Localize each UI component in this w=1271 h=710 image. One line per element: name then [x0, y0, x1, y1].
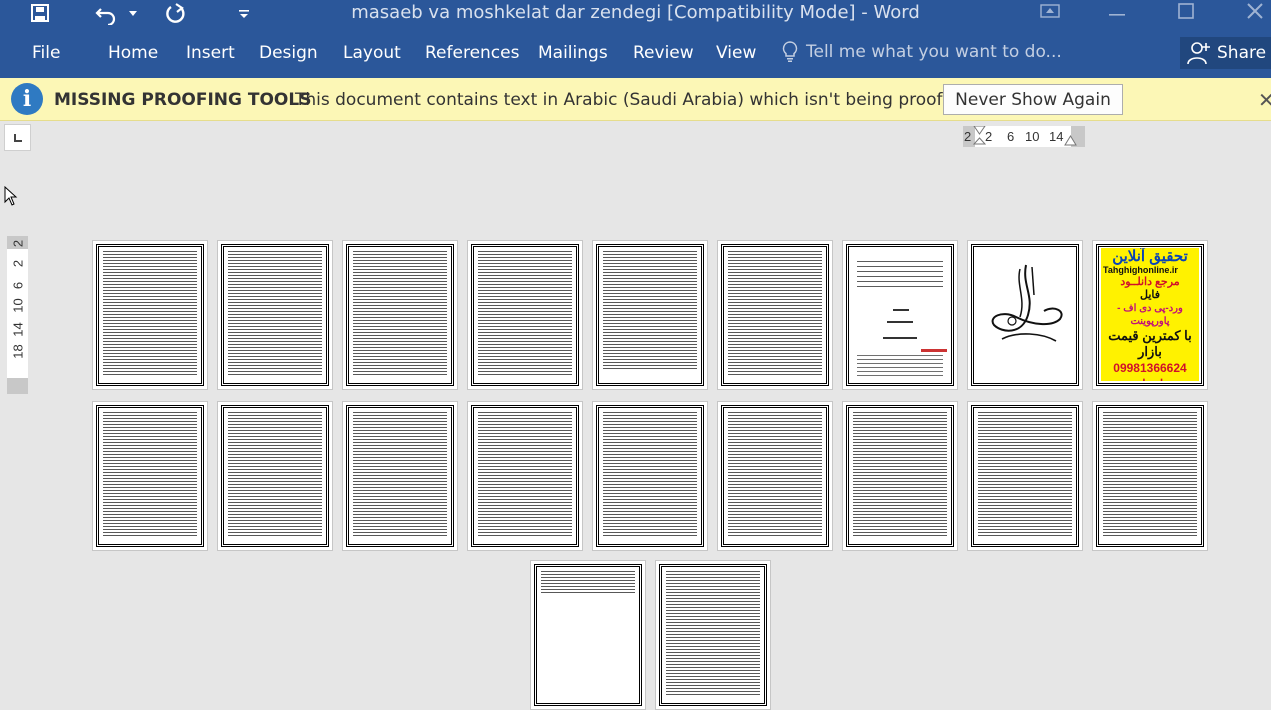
tab-references[interactable]: References [425, 43, 519, 63]
close-message-icon[interactable]: ✕ [1258, 88, 1271, 113]
page-thumbnail[interactable] [467, 240, 583, 390]
tab-review[interactable]: Review [633, 43, 694, 63]
ruler-label: 14 [10, 322, 26, 337]
page-thumbnail[interactable] [717, 401, 833, 551]
advert-line: ورد-پی دی اف - پاورپوینت [1117, 303, 1183, 327]
mouse-pointer-icon [4, 186, 18, 206]
page-thumbnail-calligraphy[interactable] [967, 240, 1083, 390]
page-thumbnail[interactable] [342, 401, 458, 551]
tab-home[interactable]: Home [108, 43, 158, 63]
minimize-icon[interactable] [1097, 0, 1137, 22]
ruler-label: 6 [10, 281, 26, 290]
vertical-ruler[interactable]: 2 2 6 10 14 18 [7, 236, 28, 394]
horizontal-ruler[interactable]: 2 2 6 10 14 [963, 126, 1085, 147]
calligraphy-emblem-icon [991, 264, 1063, 342]
never-show-again-button[interactable]: Never Show Again [943, 84, 1123, 115]
tab-design[interactable]: Design [259, 43, 318, 63]
title-lines [857, 261, 943, 291]
page-thumbnail[interactable] [592, 401, 708, 551]
ruler-label: 6 [1007, 129, 1015, 144]
advert-phone: 09981366624 واتساپ [1113, 361, 1187, 381]
tell-me-box[interactable]: Tell me what you want to do... [782, 41, 1062, 63]
advert-line: مرجع دانلــود [1120, 276, 1180, 288]
page-thumbnail[interactable] [717, 240, 833, 390]
page-thumbnail[interactable] [217, 240, 333, 390]
advert-line: با کمترین قیمت بازار [1108, 328, 1192, 359]
message-text: This document contains text in Arabic (S… [295, 90, 970, 110]
info-icon: i [11, 83, 43, 115]
message-bar: i MISSING PROOFING TOOLS This document c… [0, 78, 1271, 121]
page-thumbnail[interactable] [1092, 401, 1208, 551]
ruler-label: 2 [10, 259, 26, 268]
title-line [887, 321, 913, 323]
ruler-label: 2 [964, 129, 972, 144]
footer-lines [857, 355, 943, 377]
ruler-label: 14 [1049, 129, 1064, 144]
share-button[interactable]: Share [1180, 37, 1271, 69]
page-thumbnail[interactable] [217, 401, 333, 551]
page-thumbnail[interactable] [655, 560, 771, 710]
ruler-label: 10 [1025, 129, 1040, 144]
page-thumbnail[interactable] [967, 401, 1083, 551]
close-window-icon[interactable] [1235, 0, 1271, 22]
title-bar: masaeb va moshkelat dar zendegi [Compati… [0, 0, 1271, 28]
page-thumbnail[interactable] [92, 401, 208, 551]
ruler-label: 2 [10, 239, 26, 248]
ribbon-display-options-icon[interactable] [1030, 0, 1070, 22]
red-mark [921, 349, 947, 352]
page-thumbnail[interactable] [842, 401, 958, 551]
page-thumbnail-title[interactable] [842, 240, 958, 390]
person-add-icon [1187, 42, 1210, 65]
indent-marker-icon[interactable] [973, 126, 986, 147]
ribbon-tabs: File Home Insert Design Layout Reference… [0, 28, 1271, 78]
maximize-icon[interactable] [1166, 0, 1206, 22]
page-thumbnail[interactable] [592, 240, 708, 390]
tab-insert[interactable]: Insert [186, 43, 235, 63]
share-label: Share [1217, 43, 1267, 63]
tab-view[interactable]: View [716, 43, 756, 63]
tab-layout[interactable]: Layout [343, 43, 401, 63]
bottom-margin-area [7, 378, 28, 394]
page-thumbnail-advert[interactable]: تحقیق آنلاین Tahghighonline.ir مرجع دانل… [1092, 240, 1208, 390]
window-title: masaeb va moshkelat dar zendegi [Compati… [351, 2, 920, 23]
ruler-label: 18 [10, 344, 26, 359]
page-thumbnail[interactable] [530, 560, 646, 710]
advert-url: Tahghighonline.ir [1103, 265, 1178, 275]
tab-mailings[interactable]: Mailings [538, 43, 608, 63]
page-thumbnail[interactable] [467, 401, 583, 551]
advert-line: تحقیق آنلاین [1112, 248, 1188, 265]
advert-line: فایل [1139, 289, 1160, 301]
title-line [893, 309, 909, 311]
title-line [883, 337, 917, 339]
tell-me-placeholder: Tell me what you want to do... [806, 42, 1062, 62]
message-title: MISSING PROOFING TOOLS [54, 90, 312, 110]
tab-file[interactable]: File [32, 43, 60, 63]
advert-banner: تحقیق آنلاین Tahghighonline.ir مرجع دانل… [1101, 248, 1199, 381]
ruler-label: 2 [985, 129, 993, 144]
page-thumbnail[interactable] [92, 240, 208, 390]
right-indent-marker-icon[interactable] [1064, 135, 1077, 147]
page-thumbnail[interactable] [342, 240, 458, 390]
lightbulb-icon [782, 41, 798, 62]
tab-selector-icon[interactable] [4, 124, 31, 151]
ruler-label: 10 [10, 298, 26, 313]
